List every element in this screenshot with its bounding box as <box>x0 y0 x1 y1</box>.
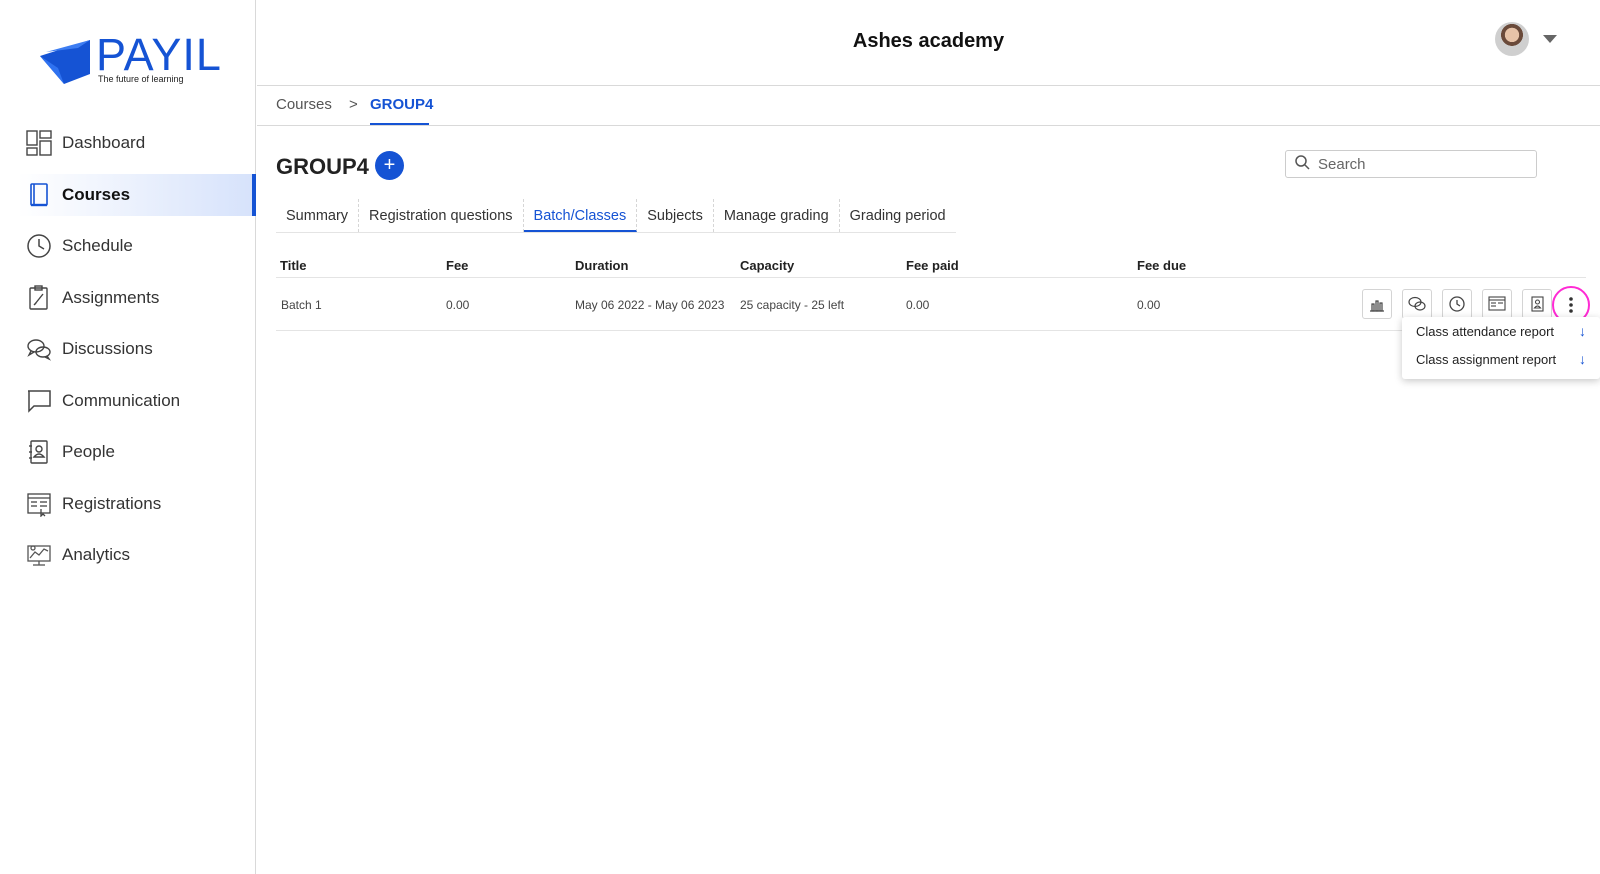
chat-bubbles-icon <box>26 336 52 362</box>
sidebar-nav: Dashboard Courses Schedule Assignments D… <box>0 122 256 586</box>
breadcrumb-active-underline <box>370 123 429 125</box>
analytics-button[interactable] <box>1362 289 1392 319</box>
column-header-duration: Duration <box>575 258 629 273</box>
menu-item-class-assignment-report[interactable]: Class assignment report ↓ <box>1402 345 1600 373</box>
sidebar-item-analytics[interactable]: Analytics <box>0 534 256 576</box>
registration-icon <box>26 491 52 517</box>
table-row[interactable]: Batch 1 0.00 May 06 2022 - May 06 2023 2… <box>276 278 1590 331</box>
tab-registration-questions[interactable]: Registration questions <box>359 199 524 232</box>
search-input[interactable] <box>1318 155 1518 173</box>
chevron-right-icon: > <box>349 96 358 113</box>
more-vertical-icon <box>1569 297 1573 313</box>
chat-bubbles-icon <box>1408 296 1426 311</box>
analytics-icon <box>26 542 52 568</box>
sidebar-item-label: Courses <box>62 184 131 204</box>
clock-icon <box>26 233 52 259</box>
breadcrumb: Courses > GROUP4 <box>257 86 1600 126</box>
tab-subjects[interactable]: Subjects <box>637 199 714 232</box>
sidebar-item-dashboard[interactable]: Dashboard <box>0 122 256 164</box>
course-tabs: Summary Registration questions Batch/Cla… <box>276 199 956 233</box>
column-header-capacity: Capacity <box>740 258 795 273</box>
menu-item-label: Class assignment report <box>1416 352 1557 367</box>
sidebar-item-discussions[interactable]: Discussions <box>0 328 256 370</box>
breadcrumb-current[interactable]: GROUP4 <box>370 96 433 113</box>
logo-tagline: The future of learning <box>98 74 184 84</box>
book-icon <box>26 182 52 208</box>
download-arrow-icon: ↓ <box>1579 351 1586 367</box>
search-box <box>1285 150 1537 178</box>
cell-fee-paid: 0.00 <box>906 298 930 312</box>
sidebar-item-assignments[interactable]: Assignments <box>0 277 256 319</box>
cell-fee: 0.00 <box>446 298 470 312</box>
column-header-title: Title <box>280 258 307 273</box>
sidebar: PAYIL The future of learning Dashboard C… <box>0 0 256 874</box>
tab-summary[interactable]: Summary <box>276 199 360 232</box>
registrations-button[interactable] <box>1482 289 1512 319</box>
cell-fee-due: 0.00 <box>1137 298 1161 312</box>
user-avatar[interactable] <box>1495 22 1529 56</box>
search-icon <box>1294 154 1310 175</box>
menu-item-class-attendance-report[interactable]: Class attendance report ↓ <box>1402 317 1600 345</box>
table-header: Title Fee Duration Capacity Fee paid Fee… <box>276 254 1586 278</box>
bar-chart-icon <box>1370 300 1384 312</box>
tab-manage-grading[interactable]: Manage grading <box>714 199 840 232</box>
app-title: Ashes academy <box>852 30 1005 52</box>
discussions-button[interactable] <box>1402 289 1432 319</box>
sidebar-item-label: Communication <box>62 390 181 410</box>
sidebar-item-label: Discussions <box>62 339 153 358</box>
tab-batch-classes[interactable]: Batch/Classes <box>523 199 638 232</box>
cell-capacity: 25 capacity - 25 left <box>740 298 845 312</box>
sidebar-item-label: Registrations <box>62 493 162 513</box>
chevron-down-icon[interactable] <box>1543 35 1557 43</box>
sidebar-item-label: Assignments <box>62 287 160 307</box>
sidebar-item-registrations[interactable]: Registrations <box>0 483 256 525</box>
add-button[interactable]: + <box>375 151 404 180</box>
sidebar-item-courses[interactable]: Courses <box>18 173 256 216</box>
download-arrow-icon: ↓ <box>1579 323 1586 339</box>
sidebar-item-schedule[interactable]: Schedule <box>0 225 256 267</box>
breadcrumb-courses-link[interactable]: Courses <box>276 96 332 113</box>
sidebar-item-label: Dashboard <box>62 133 146 152</box>
logo-wordmark: PAYIL <box>96 29 222 80</box>
column-header-fee-paid: Fee paid <box>906 258 959 273</box>
sidebar-item-label: Schedule <box>62 236 133 255</box>
sidebar-item-label: Analytics <box>62 545 131 564</box>
people-button[interactable] <box>1522 289 1552 319</box>
sidebar-item-label: People <box>62 442 115 461</box>
contact-book-icon <box>1531 296 1544 312</box>
schedule-button[interactable] <box>1442 289 1472 319</box>
assignment-icon <box>26 284 52 311</box>
registration-icon <box>1488 296 1506 311</box>
page-title: GROUP4 <box>276 154 369 179</box>
batch-table: Title Fee Duration Capacity Fee paid Fee… <box>276 254 1590 331</box>
message-icon <box>26 388 52 414</box>
sidebar-item-people[interactable]: People <box>0 431 256 473</box>
clock-icon <box>1449 296 1465 312</box>
menu-item-label: Class attendance report <box>1416 324 1555 339</box>
payil-logo[interactable]: PAYIL The future of learning <box>38 30 221 90</box>
report-dropdown-menu: Class attendance report ↓ Class assignme… <box>1402 317 1600 379</box>
logo-wing-icon <box>40 40 90 84</box>
contact-book-icon <box>26 439 52 465</box>
sidebar-item-communication[interactable]: Communication <box>0 380 256 422</box>
tab-grading-period[interactable]: Grading period <box>840 199 956 232</box>
column-header-fee: Fee <box>446 258 469 273</box>
column-header-fee-due: Fee due <box>1137 258 1187 273</box>
dashboard-icon <box>26 130 52 156</box>
cell-title: Batch 1 <box>281 298 322 312</box>
cell-duration: May 06 2022 - May 06 2023 <box>575 298 725 312</box>
row-actions <box>1362 289 1562 319</box>
top-bar: Ashes academy <box>257 0 1600 86</box>
